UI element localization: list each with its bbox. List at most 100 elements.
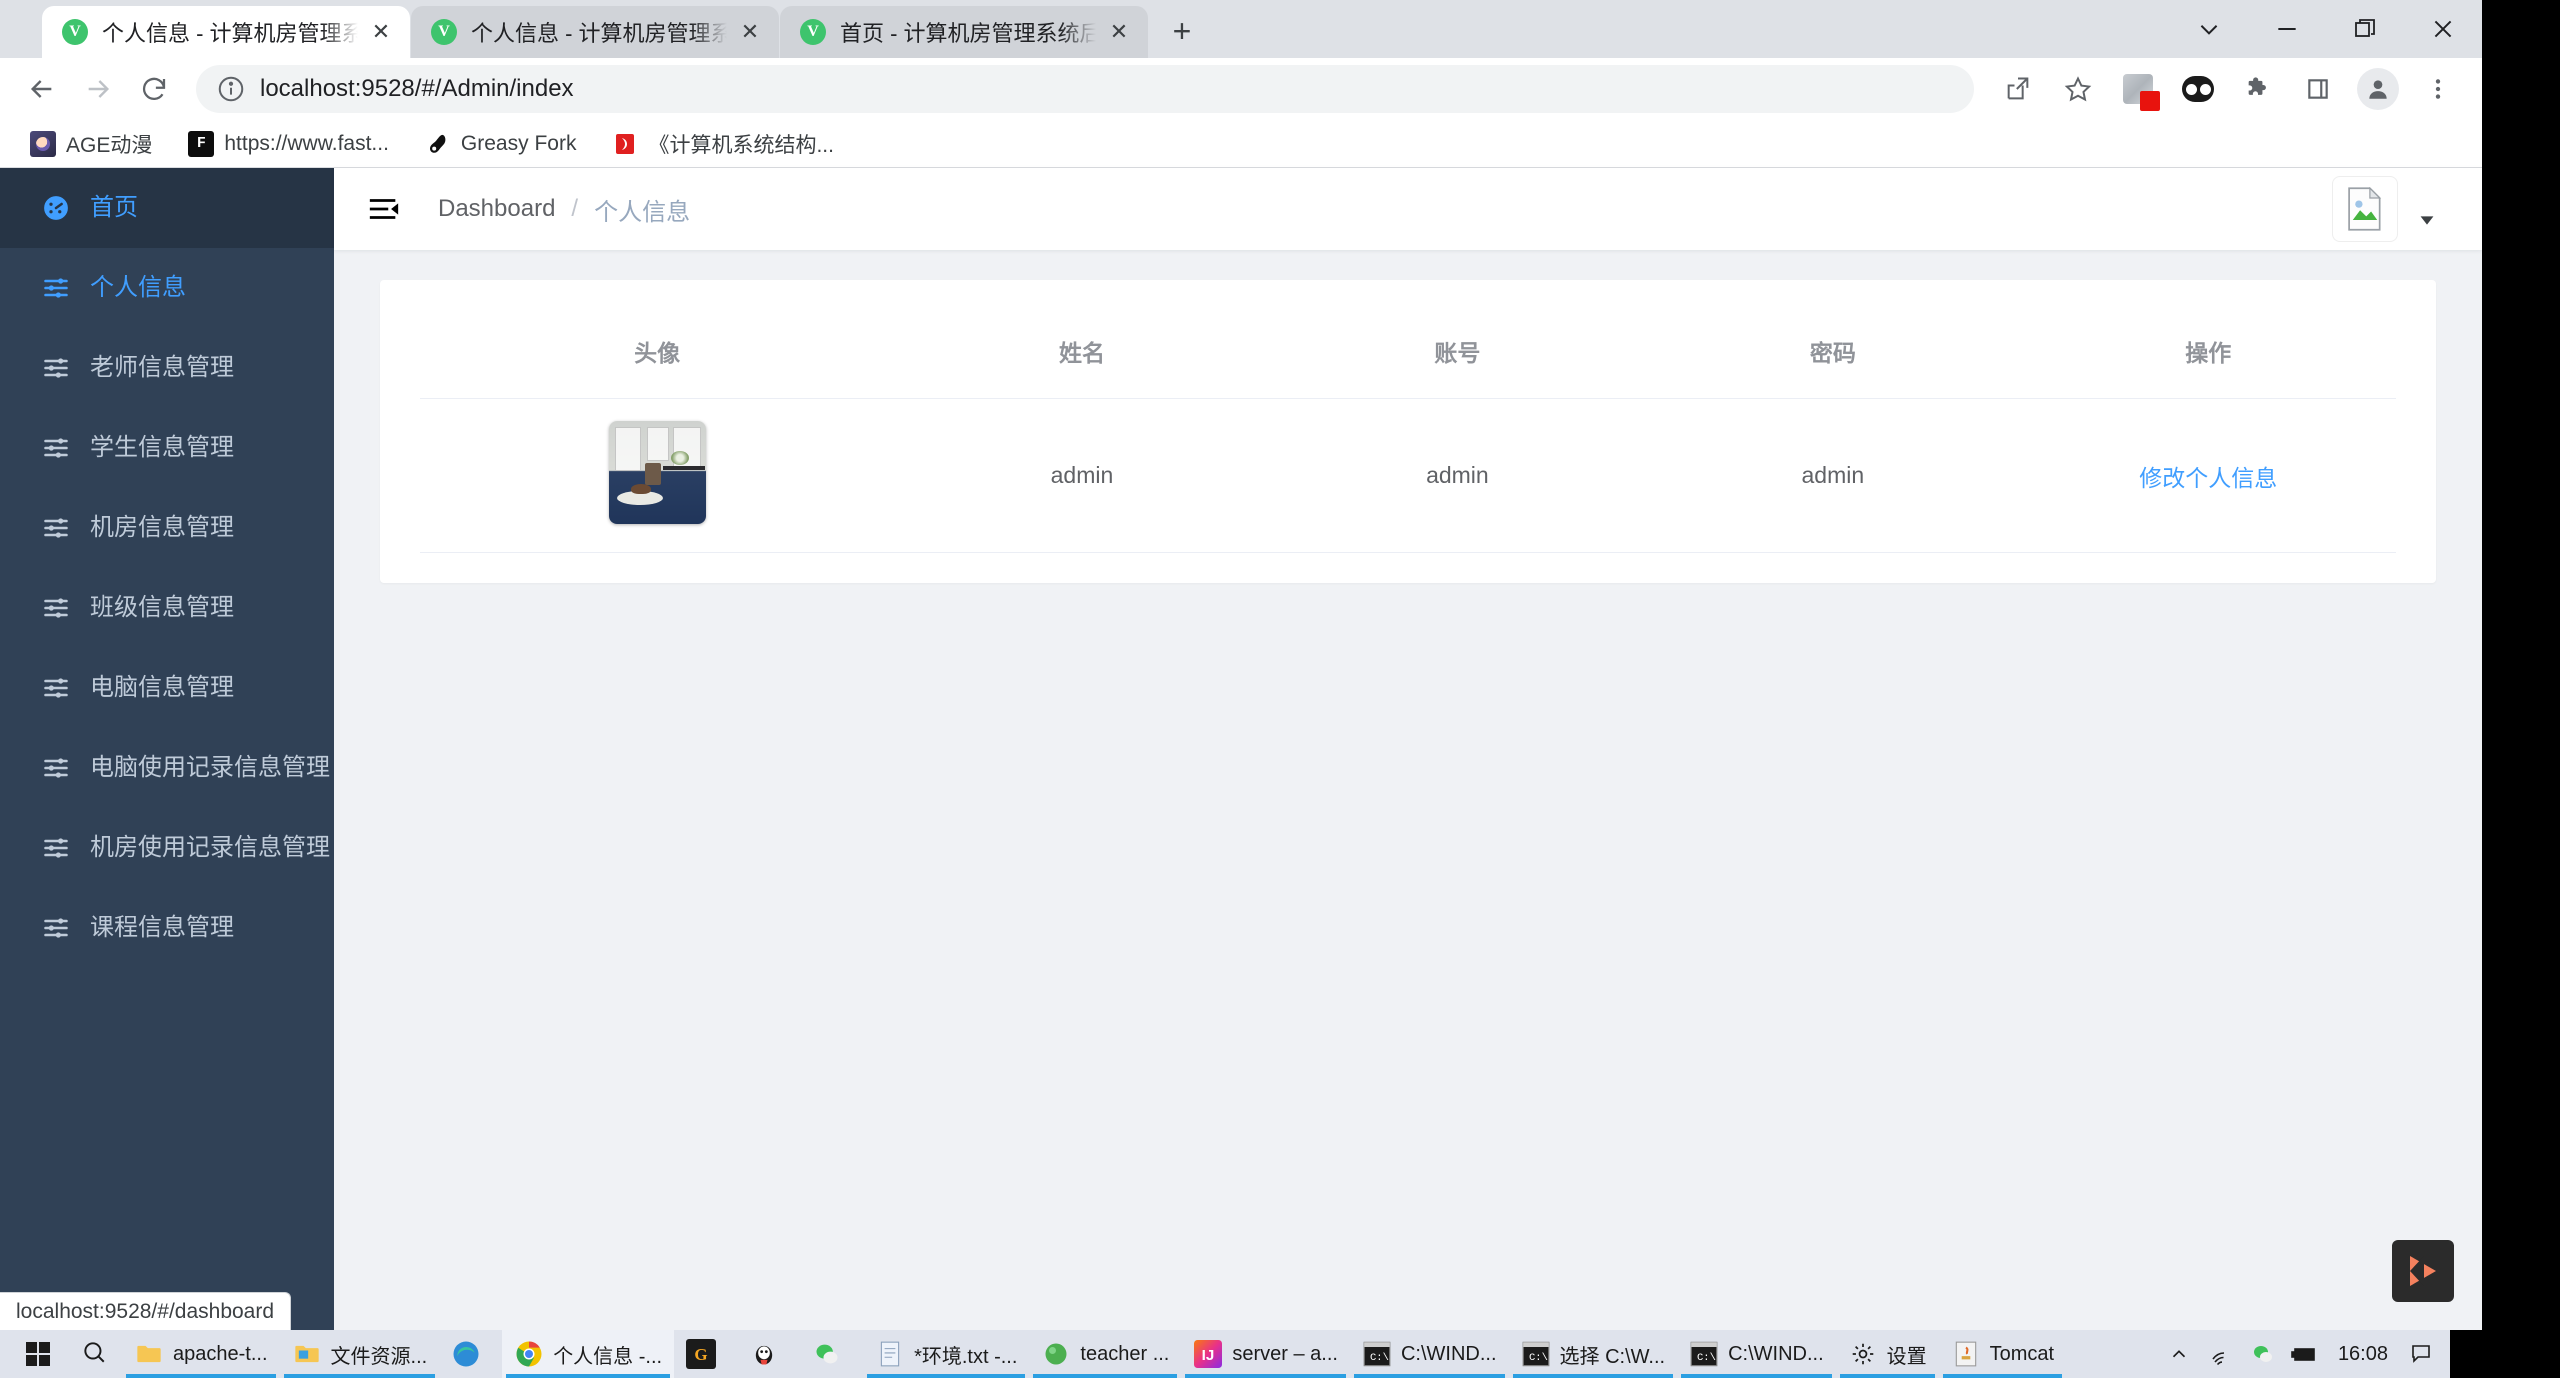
edit-profile-link[interactable]: 修改个人信息 (2139, 465, 2277, 491)
taskbar-item-qq[interactable] (737, 1330, 800, 1378)
bookmark-fast[interactable]: F https://www.fast... (176, 125, 401, 163)
breadcrumb-dashboard[interactable]: Dashboard (438, 195, 555, 223)
sidebar-item-label: 机房使用记录信息管理 (90, 834, 330, 861)
taskbar-item-notepad[interactable]: *环境.txt -... (863, 1330, 1029, 1378)
forward-button[interactable] (70, 61, 126, 117)
bookmark-age[interactable]: AGE动漫 (18, 125, 164, 163)
tomcat-icon (1951, 1339, 1981, 1369)
browser-tab-2[interactable]: V 个人信息 - 计算机房管理系统后台 ✕ (411, 6, 779, 58)
navicat-icon (1041, 1339, 1071, 1369)
sliders-icon (40, 672, 72, 704)
sidebar-item-lab-management[interactable]: 机房信息管理 (0, 488, 334, 568)
taskbar-item-tomcat[interactable]: Tomcat (1939, 1330, 2066, 1378)
sidebar-item-label: 首页 (90, 194, 138, 221)
cmd-icon: C:\ (1362, 1339, 1392, 1369)
bookmark-greasyfork[interactable]: Greasy Fork (413, 125, 589, 163)
minimize-icon[interactable] (2248, 0, 2326, 58)
bookmark-book[interactable]: 《计算机系统结构... (600, 125, 846, 163)
sidebar-item-computer-management[interactable]: 电脑信息管理 (0, 648, 334, 728)
sidebar-item-label: 学生信息管理 (90, 434, 234, 461)
tab-close-icon[interactable]: ✕ (733, 15, 767, 49)
sidebar-item-computer-usage-records[interactable]: 电脑使用记录信息管理 (0, 728, 334, 808)
taskbar-item-cmd-2[interactable]: C:\ 选择 C:\W... (1509, 1330, 1678, 1378)
share-icon[interactable] (1992, 63, 2044, 115)
web-page: 首页 个人信息 老师信息管理 学生信息管理 机房信息管理 班级信息管理 电脑信息… (0, 168, 2482, 1330)
sidebar-item-label: 电脑使用记录信息管理 (90, 754, 330, 781)
taskbar-item-navicat[interactable]: teacher ... (1029, 1330, 1181, 1378)
wifi-icon[interactable] (2200, 1330, 2242, 1378)
reload-button[interactable] (126, 61, 182, 117)
taskbar-item-settings[interactable]: 设置 (1836, 1330, 1939, 1378)
user-avatar-broken-image-icon[interactable] (2332, 176, 2398, 242)
taskbar-clock[interactable]: 16:08 (2326, 1343, 2400, 1366)
taskbar-item-explorer[interactable]: 文件资源... (280, 1330, 440, 1378)
chrome-icon (514, 1339, 544, 1369)
bookmark-star-icon[interactable] (2052, 63, 2104, 115)
tab-close-icon[interactable]: ✕ (364, 15, 398, 49)
tab-favicon: V (62, 19, 88, 45)
browser-tab-1[interactable]: V 个人信息 - 计算机房管理系统后台 ✕ (42, 6, 410, 58)
sidebar-item-teacher-management[interactable]: 老师信息管理 (0, 328, 334, 408)
sidebar-item-course-management[interactable]: 课程信息管理 (0, 888, 334, 968)
hamburger-icon[interactable] (358, 183, 410, 235)
svg-text:G: G (694, 1345, 707, 1364)
taskbar-item-edge[interactable] (439, 1330, 502, 1378)
maximize-icon[interactable] (2326, 0, 2404, 58)
address-bar[interactable]: localhost:9528/#/Admin/index (196, 65, 1974, 113)
notepad-icon (875, 1339, 905, 1369)
sidebar-item-lab-usage-records[interactable]: 机房使用记录信息管理 (0, 808, 334, 888)
wechat-tray-icon[interactable] (2242, 1330, 2284, 1378)
bookmark-label: Greasy Fork (460, 131, 577, 155)
recorder-play-icon[interactable] (2392, 1240, 2454, 1302)
settings-gear-icon (1848, 1339, 1878, 1369)
sidebar-item-student-management[interactable]: 学生信息管理 (0, 408, 334, 488)
taskbar-item-label: 设置 (1886, 1345, 1927, 1368)
browser-menu-icon[interactable] (2412, 63, 2464, 115)
cell-account: admin (1269, 398, 1646, 553)
extension-badge-icon[interactable] (2112, 63, 2164, 115)
bookmarks-bar: AGE动漫 F https://www.fast... Greasy Fork … (0, 120, 2482, 168)
browser-tab-3[interactable]: V 首页 - 计算机房管理系统后台管理 ✕ (780, 6, 1148, 58)
taskbar-item-cmd-1[interactable]: C:\ C:\WIND... (1350, 1330, 1509, 1378)
browser-window: V 个人信息 - 计算机房管理系统后台 ✕ V 个人信息 - 计算机房管理系统后… (0, 0, 2482, 1330)
table-header-row: 头像 姓名 账号 密码 操作 (420, 300, 2396, 399)
extension-eyes-icon[interactable] (2172, 63, 2224, 115)
taskbar-item-apache[interactable]: apache-t... (122, 1330, 280, 1378)
back-button[interactable] (14, 61, 70, 117)
chevron-down-icon[interactable] (2416, 209, 2438, 236)
side-panel-icon[interactable] (2292, 63, 2344, 115)
tab-close-icon[interactable]: ✕ (1102, 15, 1136, 49)
taskbar-item-g-app[interactable]: G (674, 1330, 737, 1378)
breadcrumb-current: 个人信息 (594, 198, 691, 226)
table-head: 头像 姓名 账号 密码 操作 (420, 300, 2396, 399)
battery-icon[interactable] (2284, 1330, 2326, 1378)
play-triangle-icon (2410, 1256, 2436, 1286)
profile-card: 头像 姓名 账号 密码 操作 admin admin admin 修改个人信息 (380, 280, 2436, 583)
sidebar-item-profile[interactable]: 个人信息 (0, 248, 334, 328)
taskbar-item-chrome[interactable]: 个人信息 -... (502, 1330, 675, 1378)
notification-icon[interactable] (2400, 1330, 2442, 1378)
taskbar-search-button[interactable] (66, 1330, 122, 1378)
sidebar-item-home[interactable]: 首页 (0, 168, 334, 248)
tab-title: 个人信息 - 计算机房管理系统后台 (102, 21, 358, 46)
taskbar-item-wechat[interactable] (800, 1330, 863, 1378)
tab-favicon: V (800, 19, 826, 45)
taskbar-item-label: 选择 C:\W... (1559, 1345, 1666, 1368)
site-info-icon[interactable] (216, 74, 246, 104)
taskbar-item-idea[interactable]: IJ server – a... (1181, 1330, 1350, 1378)
close-icon[interactable] (2404, 0, 2482, 58)
new-tab-button[interactable]: + (1159, 8, 1205, 54)
cell-name: admin (894, 398, 1270, 553)
edge-icon (451, 1339, 481, 1369)
sidebar-item-class-management[interactable]: 班级信息管理 (0, 568, 334, 648)
search-icon (81, 1339, 107, 1370)
avatar-room-photo[interactable] (608, 421, 706, 524)
profile-avatar[interactable] (2352, 63, 2404, 115)
qq-icon (749, 1339, 779, 1369)
sliders-icon (40, 912, 72, 944)
tab-search-chevron-down-icon[interactable] (2170, 0, 2248, 58)
extensions-puzzle-icon[interactable] (2232, 63, 2284, 115)
chevron-up-icon[interactable] (2158, 1330, 2200, 1378)
taskbar-item-cmd-3[interactable]: C:\ C:\WIND... (1677, 1330, 1836, 1378)
start-button[interactable] (10, 1330, 66, 1378)
